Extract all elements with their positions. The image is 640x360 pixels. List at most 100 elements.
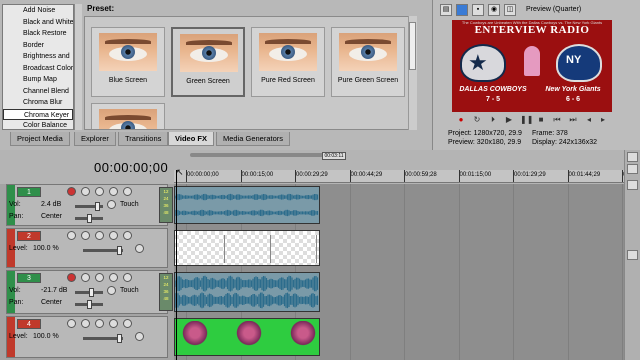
volume-slider-knob[interactable] <box>95 202 100 211</box>
track-header-3[interactable]: 3 Vol: -21.7 dB Touch Pan: Center 12 24 36 48 <box>6 270 173 314</box>
fx-item[interactable]: Black Restore <box>3 28 73 40</box>
next-frame-icon[interactable]: ▸ <box>598 115 608 125</box>
loop-region-bar[interactable] <box>190 153 340 157</box>
pause-icon[interactable]: ❚❚ <box>520 115 533 125</box>
preset-tile[interactable] <box>91 103 165 129</box>
playhead-cursor[interactable] <box>176 170 177 360</box>
tab-transitions[interactable]: Transitions <box>118 132 169 146</box>
invert-phase-icon[interactable] <box>81 187 90 196</box>
overlay-icon[interactable]: ◉ <box>488 4 500 16</box>
timeline-scrollbar[interactable] <box>624 150 640 360</box>
preset-tile[interactable]: Pure Red Screen <box>251 27 325 97</box>
preview-quality-dropdown[interactable]: Preview (Quarter) <box>526 6 581 13</box>
level-slider-knob[interactable] <box>117 334 122 343</box>
fx-item[interactable]: Broadcast Color <box>3 63 73 75</box>
properties-icon[interactable]: ▤ <box>440 4 452 16</box>
track-header-2[interactable]: 2 Level: 100.0 % <box>6 228 168 268</box>
mute-icon[interactable] <box>109 187 118 196</box>
fx-item[interactable]: Color Balance <box>3 120 73 129</box>
fx-list-scrollbar[interactable] <box>74 4 82 130</box>
green-screen-clip[interactable] <box>174 318 320 356</box>
level-slider-knob[interactable] <box>117 246 122 255</box>
mute-icon[interactable] <box>109 319 118 328</box>
compositing-icon[interactable] <box>95 231 104 240</box>
solo-icon[interactable] <box>123 319 132 328</box>
fx-item[interactable]: Black and White <box>3 17 73 29</box>
solo-icon[interactable] <box>123 231 132 240</box>
project-info: Project: 1280x720, 29.9 <box>448 130 522 137</box>
fx-item[interactable]: Chroma Blur <box>3 97 73 109</box>
level-value: 100.0 % <box>33 333 59 340</box>
audio-clip[interactable] <box>174 272 320 312</box>
fx-item[interactable]: Border <box>3 40 73 52</box>
track-header-1[interactable]: 1 Vol: 2.4 dB Touch Pan: Center 12 24 36 48 <box>6 184 173 226</box>
video-fx-list[interactable]: Add Noise Black and White Black Restore … <box>2 4 74 130</box>
monitor-icon[interactable] <box>456 4 468 16</box>
record-icon[interactable]: ● <box>456 115 466 125</box>
stop-icon[interactable]: ■ <box>536 115 546 125</box>
automation-gear-icon[interactable] <box>107 286 116 295</box>
fx-icon[interactable]: ▪ <box>472 4 484 16</box>
preset-tile[interactable]: Blue Screen <box>91 27 165 97</box>
loop-end-marker[interactable]: 00:03:11 <box>322 152 346 160</box>
pan-slider-knob[interactable] <box>87 300 92 309</box>
mute-icon[interactable] <box>109 231 118 240</box>
go-to-start-icon[interactable]: ⏮ <box>552 115 562 125</box>
automation-gear-icon[interactable] <box>107 200 116 209</box>
solo-icon[interactable] <box>123 187 132 196</box>
scroll-up-icon[interactable] <box>627 180 638 190</box>
fx-item[interactable]: Channel Blend <box>3 86 73 98</box>
tab-explorer[interactable]: Explorer <box>74 132 116 146</box>
volume-slider-knob[interactable] <box>89 288 94 297</box>
split-screen-icon[interactable]: ◫ <box>504 4 516 16</box>
meter-label: 36 <box>163 289 169 294</box>
tab-media-generators[interactable]: Media Generators <box>216 132 291 146</box>
loop-icon[interactable]: ↻ <box>472 115 482 125</box>
play-icon[interactable]: ▶ <box>504 115 514 125</box>
level-label: Level: <box>9 333 28 340</box>
preset-scroll-thumb[interactable] <box>409 22 416 70</box>
fx-item[interactable]: Brightness and <box>3 51 73 63</box>
solo-icon[interactable] <box>123 273 132 282</box>
fx-item[interactable]: Bump Map <box>3 74 73 86</box>
compositing-icon[interactable] <box>95 319 104 328</box>
tab-project-media[interactable]: Project Media <box>10 132 70 146</box>
expand-track-icon[interactable] <box>135 332 144 341</box>
zoom-in-icon[interactable] <box>627 152 638 162</box>
time-ruler[interactable]: 00:00:00;00 00:00:15;00 00:00:29;29 00:00:4… <box>174 170 640 183</box>
motion-icon[interactable] <box>67 231 76 240</box>
ruler-label: 00:00:44;29 <box>350 172 383 178</box>
fx-icon[interactable] <box>81 231 90 240</box>
invert-phase-icon[interactable] <box>81 273 90 282</box>
audio-clip[interactable] <box>174 186 320 224</box>
play-from-start-icon[interactable]: ⏵ <box>488 115 498 125</box>
arm-record-icon[interactable] <box>67 187 76 196</box>
mute-icon[interactable] <box>109 273 118 282</box>
arm-record-icon[interactable] <box>67 273 76 282</box>
fx-icon[interactable] <box>95 273 104 282</box>
track-header-4[interactable]: 4 Level: 100.0 % <box>6 316 168 358</box>
ruler-tick <box>349 170 351 182</box>
pan-slider-knob[interactable] <box>87 214 92 223</box>
tab-video-fx[interactable]: Video FX <box>168 132 214 146</box>
preset-tile-selected[interactable]: Green Screen <box>171 27 245 97</box>
ruler-tick <box>458 170 460 182</box>
audio-level-meter: 12 24 36 48 <box>159 273 173 311</box>
preset-tile[interactable]: Pure Green Screen <box>331 27 405 97</box>
prev-frame-icon[interactable]: ◂ <box>584 115 594 125</box>
zoom-out-icon[interactable] <box>627 164 638 174</box>
clip-frame <box>221 235 271 263</box>
go-to-end-icon[interactable]: ⏭ <box>568 115 578 125</box>
fx-item-selected[interactable]: Chroma Keyer <box>3 108 73 120</box>
fx-item[interactable]: Add Noise <box>3 5 73 17</box>
motion-icon[interactable] <box>67 319 76 328</box>
scroll-thumb[interactable] <box>627 250 638 260</box>
ruler-tick <box>240 170 242 182</box>
pan-label: Pan: <box>9 299 24 306</box>
title-overlay-clip[interactable] <box>174 230 320 266</box>
ruler-label: 00:00:59;28 <box>405 172 437 178</box>
expand-track-icon[interactable] <box>135 244 144 253</box>
ruler-tick <box>404 170 405 182</box>
fx-icon[interactable] <box>95 187 104 196</box>
fx-icon[interactable] <box>81 319 90 328</box>
